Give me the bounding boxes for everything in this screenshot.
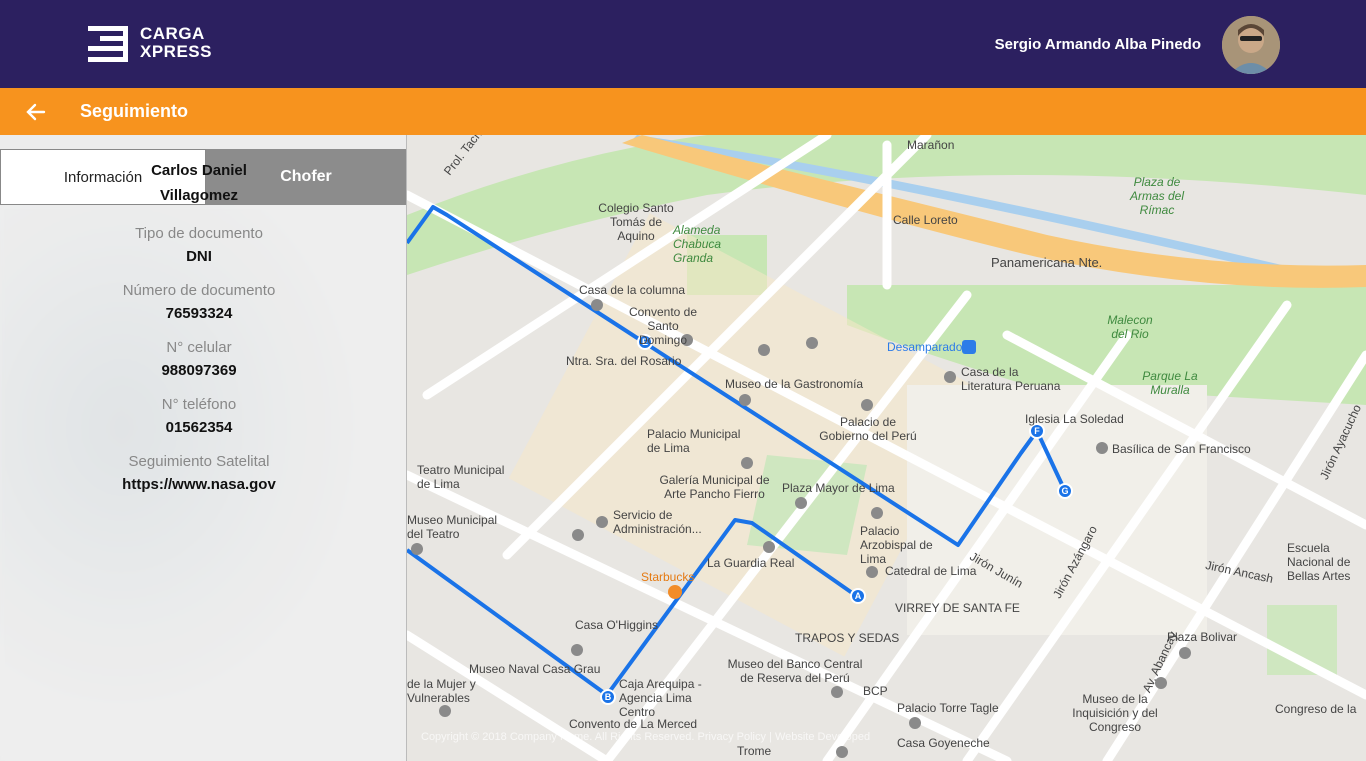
map-label: La Guardia Real bbox=[707, 556, 795, 570]
map-label: Casa O'Higgins bbox=[575, 618, 658, 632]
map-label: de la Mujer y Vulnerables bbox=[407, 677, 476, 705]
svg-text:G: G bbox=[1061, 486, 1068, 496]
map-label: Trome bbox=[737, 744, 772, 758]
map-label: Basílica de San Francisco bbox=[1112, 442, 1251, 456]
doc-number-label: Número de documento bbox=[122, 282, 276, 299]
map-label: Palacio Arzobispal de Lima bbox=[860, 524, 933, 566]
map-label: Iglesia La Soledad bbox=[1025, 412, 1124, 426]
map-label: Convento de La Merced bbox=[569, 717, 698, 731]
map-label: Ntra. Sra. del Rosario bbox=[566, 354, 682, 368]
user-name[interactable]: Sergio Armando Alba Pinedo bbox=[995, 36, 1201, 53]
svg-text:B: B bbox=[605, 692, 612, 702]
map[interactable]: A B E F G Prol. Tacna Colegio Santo Tomá… bbox=[407, 135, 1366, 761]
map-label: Plaza de Armas del Rímac bbox=[1129, 175, 1185, 217]
doc-number-value: 76593324 bbox=[165, 305, 233, 322]
driver-info: Carlos Daniel Villagomez Tipo de documen… bbox=[0, 158, 398, 493]
map-label: Plaza Mayor de Lima bbox=[782, 481, 895, 495]
doc-type-label: Tipo de documento bbox=[135, 225, 263, 242]
logo-mark-icon bbox=[88, 26, 128, 62]
map-label: Alameda Chabuca Granda bbox=[673, 223, 722, 265]
map-label: Starbucks bbox=[641, 570, 695, 584]
map-label: Caja Arequipa - Agencia Lima Centro bbox=[619, 677, 702, 719]
map-label: VIRREY DE SANTA FE bbox=[895, 601, 1020, 615]
map-label: Casa de la columna bbox=[579, 283, 686, 297]
cell-label: N° celular bbox=[166, 339, 232, 356]
map-label: Palacio Municipal de Lima bbox=[647, 427, 741, 455]
sub-header bbox=[0, 88, 1366, 135]
map-label: Museo del Banco Central de Reserva del P… bbox=[727, 657, 863, 685]
map-label: Servicio de Administración... bbox=[613, 508, 702, 536]
map-label: Palacio de Gobierno del Perú bbox=[819, 415, 917, 443]
page-title: Seguimiento bbox=[80, 101, 189, 121]
copyright: Copyright © 2018 Company Name. All Right… bbox=[421, 731, 871, 743]
map-label: Casa de la Literatura Peruana bbox=[961, 365, 1061, 393]
map-label: Desamparados bbox=[887, 340, 969, 354]
map-label: Museo Naval Casa Grau bbox=[469, 662, 601, 676]
logo[interactable]: CARGA XPRESS bbox=[88, 24, 211, 66]
map-label: Casa Goyeneche bbox=[897, 736, 990, 750]
doc-type-value: DNI bbox=[186, 248, 212, 265]
map-label: Panamericana Nte. bbox=[991, 255, 1103, 270]
map-label: Catedral de Lima bbox=[885, 564, 977, 578]
map-label: Malecon del Rio bbox=[1107, 313, 1153, 341]
cell-value: 988097369 bbox=[161, 362, 237, 379]
driver-name-last: Villagomez bbox=[159, 187, 239, 204]
phone-value: 01562354 bbox=[165, 419, 233, 436]
map-label: Teatro Municipal de Lima bbox=[417, 463, 505, 491]
back-arrow-icon[interactable] bbox=[24, 100, 48, 124]
map-label: Colegio Santo Tomás de Aquino bbox=[598, 201, 674, 243]
driver-name-first: Carlos Daniel bbox=[151, 162, 247, 179]
svg-text:A: A bbox=[855, 591, 862, 601]
map-label: Museo de la Inquisición y del Congreso bbox=[1072, 692, 1158, 734]
map-label: Museo Municipal del Teatro bbox=[407, 513, 498, 541]
map-label: Palacio Torre Tagle bbox=[897, 701, 999, 715]
map-label: Calle Loreto bbox=[893, 213, 958, 227]
avatar-image bbox=[1222, 16, 1280, 74]
map-label: BCP bbox=[863, 684, 888, 698]
map-label: Museo de la Gastronomía bbox=[725, 377, 864, 391]
satellite-link[interactable]: https://www.nasa.gov bbox=[0, 476, 398, 493]
phone-label: N° teléfono bbox=[161, 396, 237, 413]
map-label: TRAPOS Y SEDAS bbox=[795, 631, 900, 645]
map-label: Galería Municipal de Arte Pancho Fierro bbox=[659, 473, 770, 501]
avatar[interactable] bbox=[1222, 16, 1280, 74]
map-label: Escuela Nacional de Bellas Artes bbox=[1287, 541, 1351, 583]
map-label: Congreso de la bbox=[1275, 702, 1357, 716]
top-bar: CARGA XPRESS Sergio Armando Alba Pinedo bbox=[0, 0, 1366, 88]
map-label: Marañon bbox=[907, 138, 955, 152]
map-label: Convento de Santo Domingo bbox=[628, 305, 698, 347]
logo-text: CARGA XPRESS bbox=[140, 24, 212, 61]
svg-text:F: F bbox=[1034, 426, 1040, 436]
map-label: Parque La Muralla bbox=[1142, 369, 1198, 397]
satellite-label: Seguimiento Satelital bbox=[128, 453, 270, 470]
